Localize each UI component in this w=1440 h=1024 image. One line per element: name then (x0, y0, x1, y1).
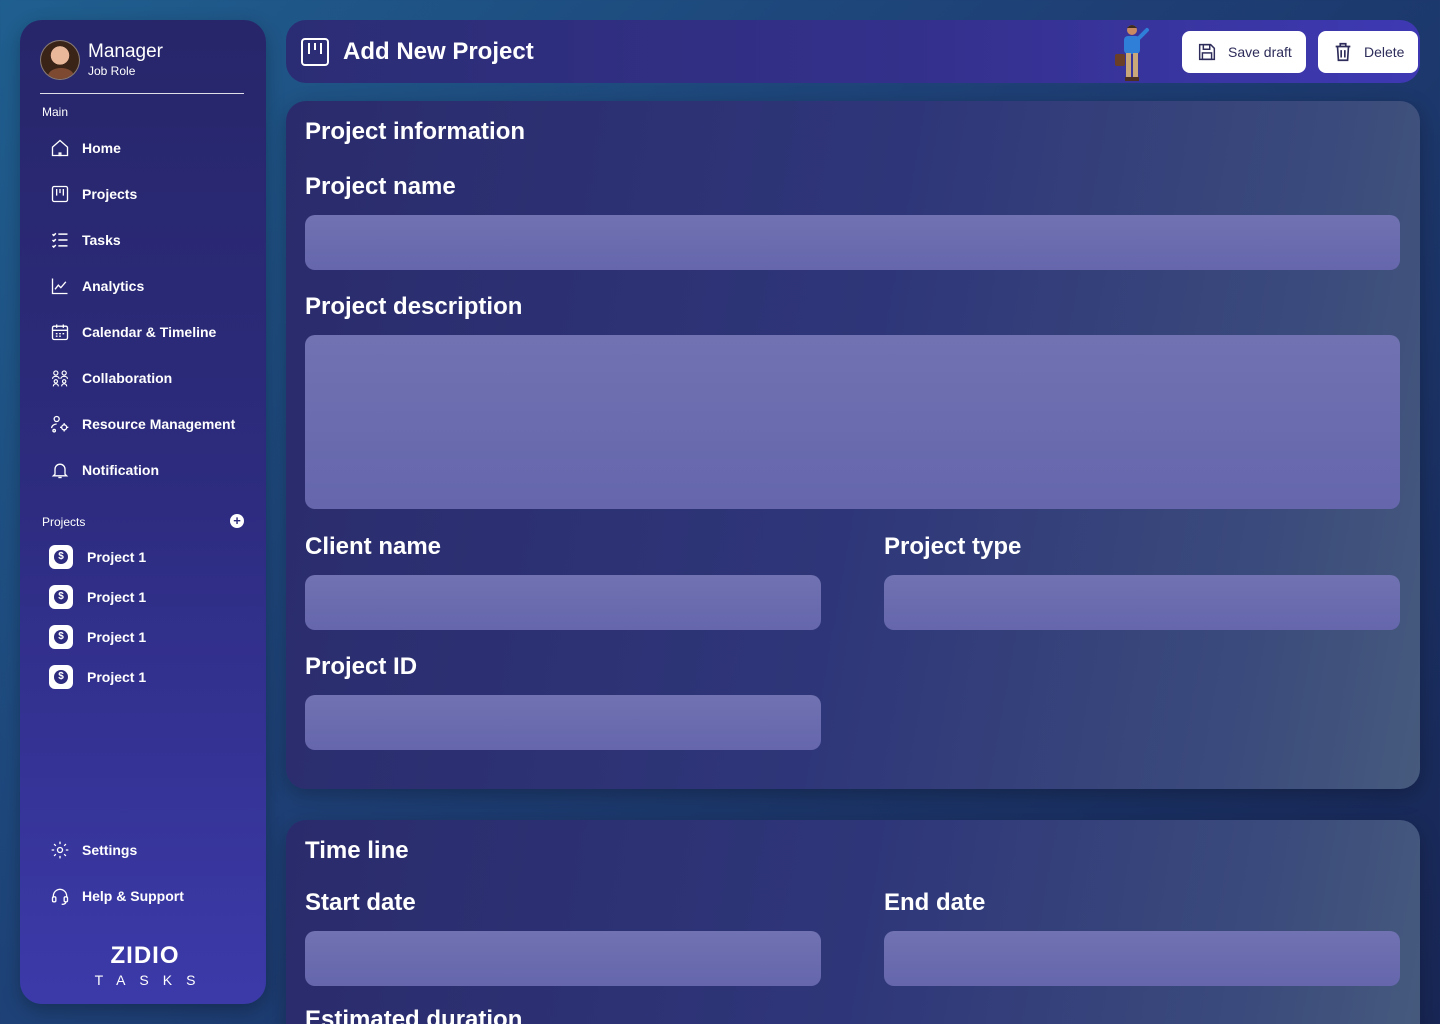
project-label: Project 1 (87, 589, 147, 605)
tasks-icon (51, 232, 68, 249)
project-badge-icon: $ (49, 625, 73, 649)
profile-name: Manager (88, 41, 163, 62)
start-date-label: Start date (305, 889, 416, 916)
section-title: Time line (305, 837, 409, 864)
project-label: Project 1 (87, 669, 147, 685)
sidebar: Manager Job Role Main Home Projects Task… (20, 20, 266, 1004)
analytics-icon (51, 278, 68, 295)
projects-icon (51, 185, 69, 203)
page-header: Add New Project Save draft Delete (286, 20, 1420, 83)
logo-sub: TASKS (94, 972, 210, 988)
sidebar-item-notification[interactable]: Notification (50, 456, 159, 484)
home-icon (51, 139, 69, 157)
start-date-input[interactable] (305, 931, 821, 986)
sidebar-item-collaboration[interactable]: Collaboration (50, 364, 172, 392)
sidebar-item-label: Notification (82, 462, 159, 478)
sidebar-item-label: Analytics (82, 278, 145, 294)
save-draft-label: Save draft (1228, 44, 1292, 60)
sidebar-item-label: Tasks (82, 232, 121, 248)
projects-section-label: Projects (42, 515, 86, 529)
sidebar-item-settings[interactable]: Settings (50, 836, 137, 864)
estimated-duration-label: Estimated duration (305, 1006, 523, 1024)
sidebar-item-label: Collaboration (82, 370, 173, 386)
trash-icon (1335, 42, 1351, 62)
sidebar-item-tasks[interactable]: Tasks (50, 226, 121, 254)
sidebar-project-item[interactable]: $ Project 1 (49, 625, 146, 649)
project-information-card: Project information Project name Project… (286, 101, 1420, 789)
client-name-label: Client name (305, 533, 442, 560)
timeline-card: Time line Start date End date Estimated … (286, 820, 1420, 1024)
page-title: Add New Project (343, 38, 534, 65)
sidebar-item-calendar[interactable]: Calendar & Timeline (50, 318, 216, 346)
profile-role: Job Role (88, 64, 136, 78)
project-name-label: Project name (305, 173, 456, 200)
sidebar-item-label: Settings (82, 842, 138, 858)
calendar-icon (51, 324, 69, 341)
sidebar-item-label: Calendar & Timeline (82, 324, 217, 340)
project-description-label: Project description (305, 293, 523, 320)
save-icon (1198, 43, 1216, 61)
projects-icon (301, 38, 329, 66)
project-description-input[interactable] (305, 335, 1400, 509)
sidebar-item-home[interactable]: Home (50, 134, 121, 162)
project-name-input[interactable] (305, 215, 1400, 270)
project-type-label: Project type (884, 533, 1022, 560)
sidebar-item-label: Help & Support (82, 888, 184, 904)
project-label: Project 1 (87, 629, 147, 645)
main-section-label: Main (42, 105, 69, 119)
project-type-input[interactable] (884, 575, 1400, 630)
avatar (40, 40, 80, 80)
sidebar-item-analytics[interactable]: Analytics (50, 272, 144, 300)
project-badge-icon: $ (49, 585, 73, 609)
sidebar-project-item[interactable]: $ Project 1 (49, 545, 146, 569)
brand-logo: ZIDIO TASKS (80, 942, 210, 989)
sidebar-item-help[interactable]: Help & Support (50, 882, 184, 910)
gear-icon (51, 841, 69, 859)
bell-icon (51, 463, 69, 479)
businessman-illustration (1115, 25, 1149, 81)
save-draft-button[interactable]: Save draft (1182, 31, 1306, 73)
sidebar-item-resource-management[interactable]: Resource Management (50, 410, 235, 438)
project-label: Project 1 (87, 549, 147, 565)
sidebar-project-item[interactable]: $ Project 1 (49, 665, 146, 689)
project-badge-icon: $ (49, 665, 73, 689)
sidebar-item-label: Home (82, 140, 121, 156)
project-id-label: Project ID (305, 653, 418, 680)
section-title: Project information (305, 118, 526, 145)
delete-label: Delete (1364, 44, 1405, 60)
project-id-input[interactable] (305, 695, 821, 750)
end-date-input[interactable] (884, 931, 1400, 986)
sidebar-item-label: Projects (82, 186, 138, 202)
collaboration-icon (51, 370, 69, 387)
resource-icon (51, 415, 69, 433)
user-profile[interactable]: Manager Job Role (40, 40, 244, 94)
sidebar-item-label: Resource Management (82, 416, 236, 432)
add-project-button[interactable]: + (230, 514, 244, 528)
sidebar-item-projects[interactable]: Projects (50, 180, 137, 208)
logo-main: ZIDIO (110, 942, 180, 969)
headset-icon (51, 888, 69, 905)
project-badge-icon: $ (49, 545, 73, 569)
sidebar-project-item[interactable]: $ Project 1 (49, 585, 146, 609)
client-name-input[interactable] (305, 575, 821, 630)
end-date-label: End date (884, 889, 986, 916)
delete-button[interactable]: Delete (1318, 31, 1419, 73)
